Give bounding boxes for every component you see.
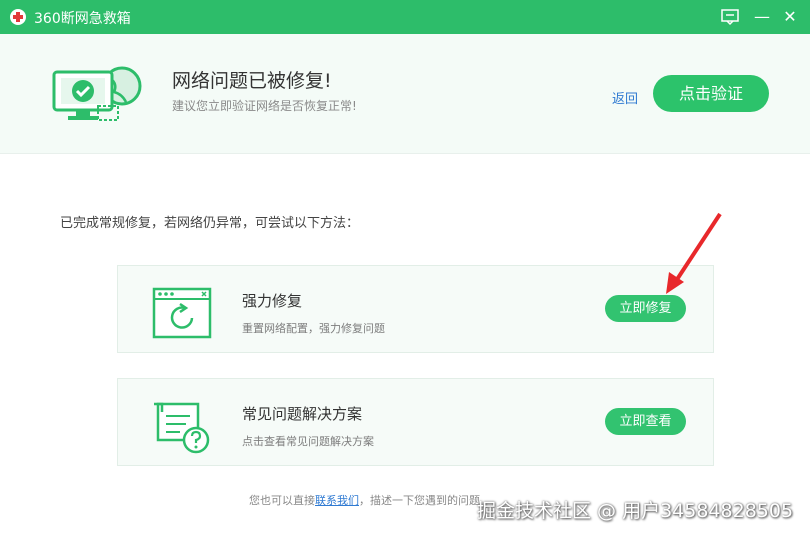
- title-bar: 360断网急救箱 — ✕: [0, 0, 810, 34]
- network-fixed-icon: [52, 64, 144, 126]
- faq-document-icon: [152, 400, 212, 454]
- footer-text: 您也可以直接联系我们，描述一下您遇到的问题: [249, 492, 480, 508]
- browser-repair-icon: [152, 287, 212, 339]
- annotation-arrow-icon: [650, 210, 730, 300]
- option-title: 强力修复: [242, 292, 303, 310]
- status-subtitle: 建议您立即验证网络是否恢复正常!: [172, 99, 357, 113]
- close-button[interactable]: ✕: [778, 5, 802, 29]
- footer-suffix: ，描述一下您遇到的问题: [359, 494, 480, 507]
- intro-text: 已完成常规修复，若网络仍异常，可尝试以下方法：: [60, 216, 360, 231]
- back-link[interactable]: 返回: [612, 88, 638, 107]
- option-description: 重置网络配置，强力修复问题: [242, 322, 385, 335]
- app-title: 360断网急救箱: [34, 11, 131, 27]
- feedback-icon[interactable]: [718, 5, 742, 29]
- status-title: 网络问题已被修复!: [172, 70, 332, 92]
- option-card-faq: 常见问题解决方案 点击查看常见问题解决方案 立即查看: [117, 378, 714, 466]
- view-now-button[interactable]: 立即查看: [605, 408, 686, 435]
- app-logo-icon: [10, 9, 26, 25]
- contact-us-link[interactable]: 联系我们: [315, 494, 359, 507]
- footer-prefix: 您也可以直接: [249, 494, 315, 507]
- verify-button[interactable]: 点击验证: [653, 75, 769, 112]
- option-card-force-repair: 强力修复 重置网络配置，强力修复问题 立即修复: [117, 265, 714, 353]
- minimize-button[interactable]: —: [750, 5, 774, 29]
- watermark: 掘金技术社区 @ 用户34584828505: [477, 500, 794, 522]
- option-title: 常见问题解决方案: [242, 405, 363, 423]
- option-description: 点击查看常见问题解决方案: [242, 435, 374, 448]
